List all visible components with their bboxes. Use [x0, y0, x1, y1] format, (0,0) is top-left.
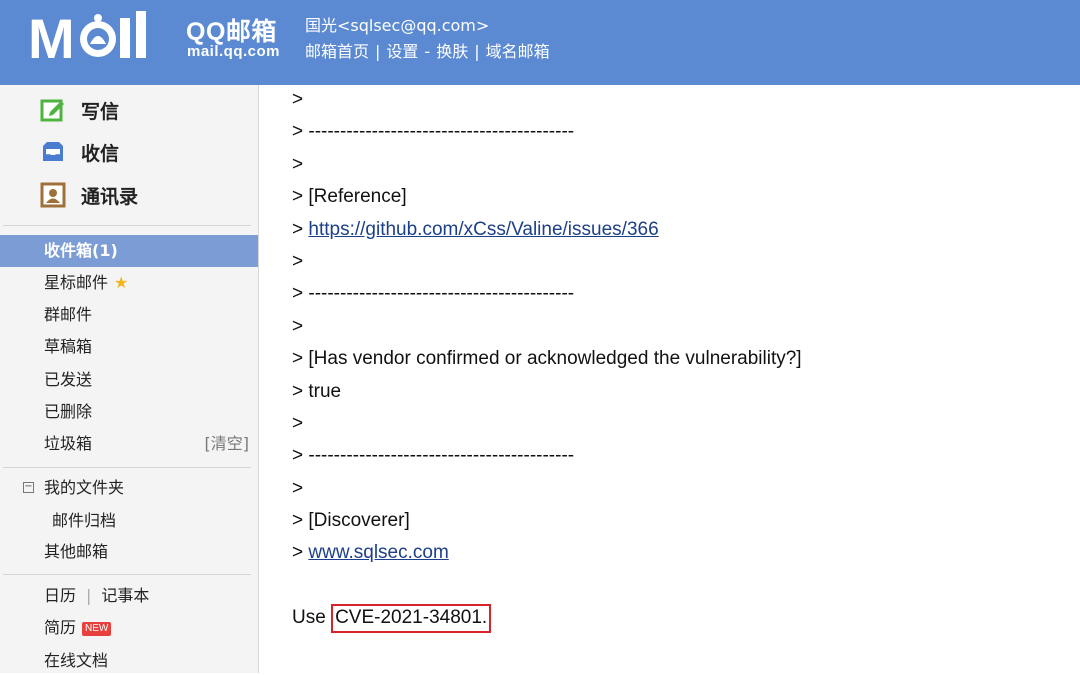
other-mailbox[interactable]: 其他邮箱 — [0, 536, 258, 568]
header-nav: 邮箱首页 | 设置 - 换肤 | 域名邮箱 — [305, 38, 550, 62]
sidebar: 写信 收信 通讯录 收件箱(1) 星标邮件 ★ 群邮件 草稿箱 已发送 已删除 … — [0, 85, 259, 673]
folder-archive-label: 邮件归档 — [52, 511, 117, 530]
sidebar-divider — [3, 574, 251, 575]
quote-line: > — [292, 250, 304, 272]
contacts-button[interactable]: 通讯录 — [40, 180, 138, 210]
compose-label: 写信 — [81, 100, 120, 123]
folder-archive[interactable]: 邮件归档 — [0, 505, 258, 537]
vendor-answer: > true — [292, 380, 342, 402]
online-docs-link[interactable]: 在线文档 — [44, 651, 108, 670]
reference-heading: > [Reference] — [292, 186, 407, 208]
nav-change-skin[interactable]: 换肤 — [436, 42, 468, 61]
nav-separator: | — [375, 42, 381, 61]
nav-domain-mail[interactable]: 域名邮箱 — [486, 42, 550, 61]
folder-group-mail[interactable]: 群邮件 — [0, 299, 258, 331]
inbox-tray-icon — [40, 139, 66, 165]
folder-spam-label: 垃圾箱 — [44, 434, 93, 453]
other-mailbox-label: 其他邮箱 — [44, 542, 109, 561]
svg-text:M: M — [28, 8, 73, 64]
cve-id-highlight: CVE-2021-34801. — [331, 604, 492, 634]
contacts-label: 通讯录 — [81, 185, 139, 208]
nav-settings[interactable]: 设置 — [386, 42, 418, 61]
folder-starred-label: 星标邮件 — [44, 273, 109, 292]
star-icon: ★ — [114, 273, 129, 292]
discoverer-heading: > [Discoverer] — [292, 510, 410, 532]
cve-suffix: . — [481, 607, 488, 629]
folder-inbox-label: 收件箱(1) — [44, 241, 118, 260]
notes-link[interactable]: 记事本 — [101, 586, 149, 605]
folder-group-label: 群邮件 — [44, 305, 93, 324]
resume-link[interactable]: 简历 — [44, 618, 76, 637]
folder-starred[interactable]: 星标邮件 ★ — [0, 267, 258, 299]
cve-line: Use CVE-2021-34801. — [292, 602, 1072, 634]
reference-line: > https://github.com/xCss/Valine/issues/… — [292, 214, 1072, 246]
sidebar-divider — [3, 225, 251, 226]
quote-prefix: > — [292, 218, 309, 240]
folder-drafts[interactable]: 草稿箱 — [0, 331, 258, 363]
receive-button[interactable]: 收信 — [40, 137, 119, 167]
my-folders-label: 我的文件夹 — [44, 478, 125, 497]
quote-separator: > --------------------------------------… — [292, 445, 575, 467]
top-header: M QQ邮箱 mail.qq.com 国光<sqlsec@qq.com> 邮箱首… — [0, 0, 1080, 85]
folder-sent[interactable]: 已发送 — [0, 364, 258, 396]
quote-line: > — [292, 153, 304, 175]
contacts-icon — [40, 182, 66, 208]
resume-row: 简历 NEW — [44, 614, 112, 642]
folder-sent-label: 已发送 — [44, 370, 93, 389]
user-account: 国光<sqlsec@qq.com> — [305, 16, 490, 35]
quote-line: > — [292, 412, 304, 434]
folder-inbox[interactable]: 收件箱(1) — [0, 235, 258, 267]
calendar-link[interactable]: 日历 — [44, 586, 76, 605]
collapse-icon[interactable]: − — [23, 482, 34, 493]
quote-line: > — [292, 477, 304, 499]
new-badge: NEW — [82, 622, 112, 636]
quote-line: > — [292, 89, 304, 110]
discoverer-link[interactable]: www.sqlsec.com — [308, 542, 448, 563]
folder-deleted[interactable]: 已删除 — [0, 396, 258, 428]
cve-prefix: Use — [292, 607, 332, 629]
quote-prefix: > — [292, 542, 309, 564]
tools-row: 日历 | 记事本 — [44, 582, 149, 610]
quote-line: > — [292, 315, 304, 337]
vendor-question: > [Has vendor confirmed or acknowledged … — [292, 348, 802, 370]
email-body: > > ------------------------------------… — [292, 84, 1072, 635]
nav-separator: - — [424, 42, 431, 61]
receive-label: 收信 — [81, 142, 120, 165]
nav-separator: | — [474, 42, 480, 61]
folder-deleted-label: 已删除 — [44, 402, 93, 421]
docs-row: 在线文档 — [44, 647, 108, 675]
compose-button[interactable]: 写信 — [40, 95, 119, 125]
folder-drafts-label: 草稿箱 — [44, 337, 93, 356]
cve-id: CVE-2021-34801 — [335, 607, 482, 629]
qq-mail-logo[interactable]: M — [28, 8, 178, 64]
empty-spam-link[interactable]: [清空] — [205, 428, 250, 460]
nav-mail-home[interactable]: 邮箱首页 — [305, 42, 369, 61]
reference-link[interactable]: https://github.com/xCss/Valine/issues/36… — [308, 219, 658, 240]
my-folders[interactable]: − 我的文件夹 — [0, 472, 258, 504]
quote-separator: > --------------------------------------… — [292, 121, 575, 143]
discoverer-line: > www.sqlsec.com — [292, 537, 1072, 569]
quote-separator: > --------------------------------------… — [292, 283, 575, 305]
tools-separator: | — [86, 586, 92, 605]
brand-domain: mail.qq.com — [187, 43, 281, 60]
compose-icon — [40, 97, 66, 123]
sidebar-divider — [3, 467, 251, 468]
folder-spam[interactable]: 垃圾箱 [清空] — [0, 428, 258, 460]
